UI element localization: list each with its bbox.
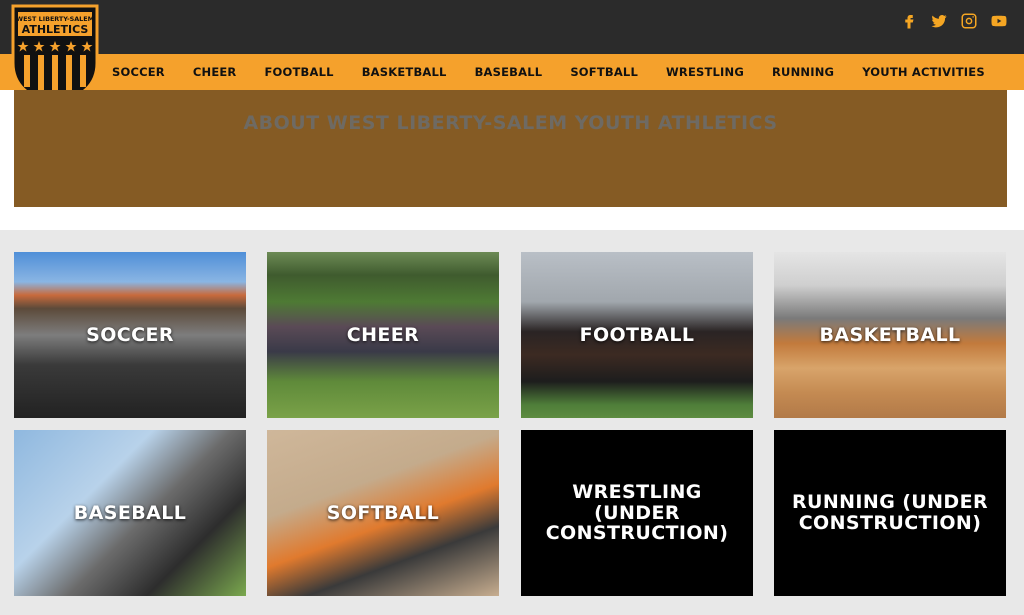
card-label-soccer: SOCCER <box>86 323 174 346</box>
card-label-wrestling: WRESTLING (UNDER CONSTRUCTION) <box>545 480 729 545</box>
nav-soccer[interactable]: SOCCER <box>112 65 165 79</box>
logo-text-main: ATHLETICS <box>22 23 89 36</box>
twitter-icon[interactable] <box>930 12 948 30</box>
nav-cheer[interactable]: CHEER <box>193 65 237 79</box>
logo-text-top: WEST LIBERTY-SALEM <box>16 15 94 23</box>
nav-football[interactable]: FOOTBALL <box>265 65 334 79</box>
hero-section: ABOUT WEST LIBERTY-SALEM YOUTH ATHLETICS <box>0 90 1024 230</box>
card-soccer[interactable]: SOCCER <box>14 252 246 418</box>
card-running[interactable]: RUNNING (UNDER CONSTRUCTION) <box>774 430 1006 596</box>
card-label-baseball: BASEBALL <box>73 501 187 524</box>
main-nav-bar: SOCCER CHEER FOOTBALL BASKETBALL BASEBAL… <box>0 54 1024 90</box>
card-label-basketball: BASKETBALL <box>819 323 961 346</box>
facebook-icon[interactable] <box>900 12 918 30</box>
youtube-icon[interactable] <box>990 12 1008 30</box>
card-baseball[interactable]: BASEBALL <box>14 430 246 596</box>
instagram-icon[interactable] <box>960 12 978 30</box>
card-label-football: FOOTBALL <box>579 323 695 346</box>
top-bar <box>0 0 1024 54</box>
nav-basketball[interactable]: BASKETBALL <box>362 65 447 79</box>
card-softball[interactable]: SOFTBALL <box>267 430 499 596</box>
card-cheer[interactable]: CHEER <box>267 252 499 418</box>
nav-youth-activities[interactable]: YOUTH ACTIVITIES <box>862 65 985 79</box>
about-title[interactable]: ABOUT WEST LIBERTY-SALEM YOUTH ATHLETICS <box>14 112 1007 134</box>
nav-running[interactable]: RUNNING <box>772 65 834 79</box>
card-label-running: RUNNING (UNDER CONSTRUCTION) <box>791 491 989 534</box>
card-basketball[interactable]: BASKETBALL <box>774 252 1006 418</box>
nav-softball[interactable]: SOFTBALL <box>570 65 638 79</box>
social-links <box>900 12 1008 30</box>
card-label-cheer: CHEER <box>346 323 420 346</box>
main-nav: SOCCER CHEER FOOTBALL BASKETBALL BASEBAL… <box>112 54 985 90</box>
nav-wrestling[interactable]: WRESTLING <box>666 65 744 79</box>
card-football[interactable]: FOOTBALL <box>521 252 753 418</box>
about-banner: ABOUT WEST LIBERTY-SALEM YOUTH ATHLETICS <box>14 90 1007 207</box>
card-label-softball: SOFTBALL <box>326 501 440 524</box>
nav-baseball[interactable]: BASEBALL <box>475 65 543 79</box>
card-wrestling[interactable]: WRESTLING (UNDER CONSTRUCTION) <box>521 430 753 596</box>
